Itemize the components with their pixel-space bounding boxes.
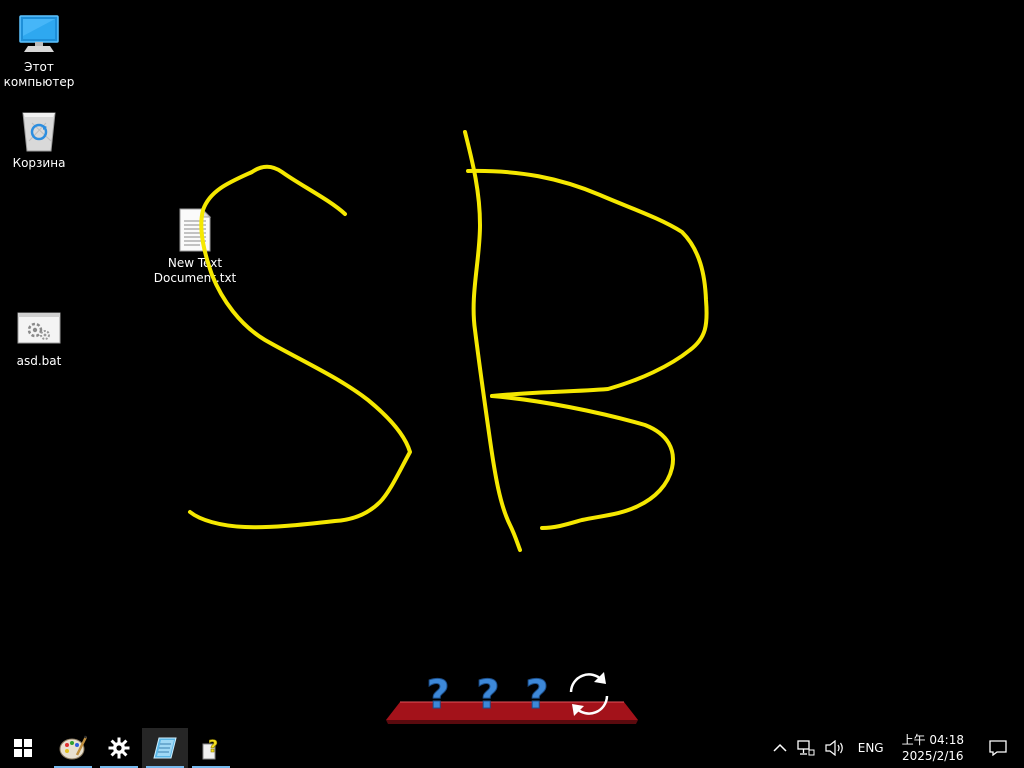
this-pc-icon [15, 10, 63, 58]
network-status-button[interactable] [792, 728, 820, 768]
desktop-icon-new-text-document[interactable]: New Text Document.txt [154, 206, 236, 286]
refresh-icon [569, 672, 609, 716]
question-mark-icon: ? [426, 672, 450, 719]
batch-file-icon [15, 304, 63, 352]
taskbar-help-app[interactable]: ? [188, 728, 234, 768]
dock-item-unknown-3[interactable]: ? [515, 668, 559, 720]
desktop-icon-this-pc[interactable]: Этот компьютер [1, 10, 77, 90]
desktop-icon-asd-bat[interactable]: asd.bat [1, 304, 77, 369]
start-button[interactable] [0, 728, 46, 768]
windows-start-icon [14, 739, 32, 757]
chevron-up-icon [773, 743, 787, 752]
clock-date: 2025/2/16 [902, 749, 964, 763]
letter-b-lower-bowl-stroke [490, 394, 675, 530]
action-center-icon [989, 740, 1007, 756]
sb-scribble-drawing [188, 130, 709, 552]
desktop: Этот компьютер Корзина New Text Document… [0, 0, 1024, 728]
dock-launcher: ? ? ? [386, 664, 638, 726]
taskbar-settings-app[interactable] [96, 728, 142, 768]
dock-item-refresh[interactable] [564, 668, 614, 720]
desktop-icon-label: Этот компьютер [3, 60, 75, 89]
help-file-icon: ? [202, 737, 218, 760]
volume-button[interactable] [820, 728, 850, 768]
input-language-button[interactable]: ENG [850, 728, 892, 768]
letter-b-spine-stroke [463, 130, 522, 552]
desktop-icon-label: New Text Document.txt [153, 256, 237, 285]
desktop-icon-label: Корзина [12, 156, 66, 170]
system-tray: ENG 上午 04:18 2025/2/16 [768, 728, 1024, 768]
svg-text:?: ? [208, 737, 218, 757]
desktop-icon-label: asd.bat [16, 354, 62, 368]
show-hidden-icons-button[interactable] [768, 728, 792, 768]
svg-text:?: ? [476, 672, 499, 718]
svg-text:?: ? [426, 672, 449, 718]
volume-icon [825, 740, 843, 756]
recycle-bin-icon [15, 106, 63, 154]
taskbar-paint-app[interactable] [50, 728, 96, 768]
paint-palette-icon [59, 735, 87, 760]
network-icon [797, 740, 815, 756]
svg-text:?: ? [525, 672, 548, 718]
dock-item-unknown-1[interactable]: ? [416, 668, 460, 720]
notepad-icon [153, 737, 177, 759]
clock[interactable]: 上午 04:18 2025/2/16 [892, 728, 974, 768]
question-mark-icon: ? [525, 672, 549, 719]
taskbar: ? ENG 上午 04:18 2025/2/16 [0, 728, 1024, 768]
text-file-icon [171, 206, 219, 254]
letter-b-upper-bowl-stroke [466, 168, 709, 398]
taskbar-notepad-app[interactable] [142, 728, 188, 768]
question-mark-icon: ? [476, 672, 500, 719]
desktop-icon-recycle-bin[interactable]: Корзина [1, 106, 77, 171]
clock-time: 上午 04:18 [901, 733, 964, 747]
action-center-button[interactable] [974, 728, 1024, 768]
settings-gear-icon [108, 737, 130, 759]
dock-item-unknown-2[interactable]: ? [466, 668, 510, 720]
